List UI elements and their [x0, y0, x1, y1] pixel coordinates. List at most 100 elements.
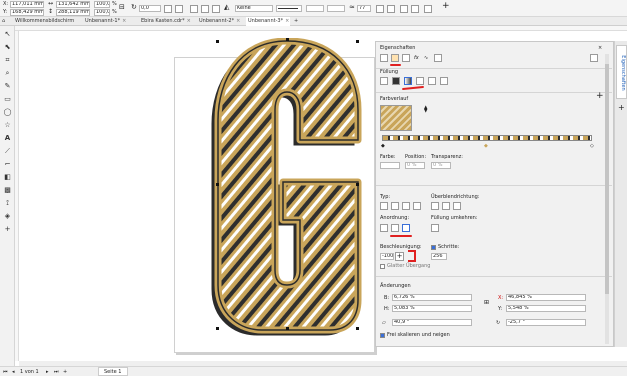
convert-icon[interactable] [424, 5, 432, 13]
start-node-icon[interactable]: ◆ [381, 143, 385, 149]
effects-icon[interactable]: fx [414, 55, 419, 61]
page-tab-1[interactable]: Seite 1 [98, 367, 128, 376]
pen-icon[interactable] [212, 5, 220, 13]
tab-unbenannt-3[interactable]: Unbenannt-3* × [246, 17, 290, 26]
rectangular-type-button[interactable] [413, 202, 421, 210]
steps-input[interactable]: 256 [431, 253, 447, 260]
close-docker-icon[interactable]: × [598, 45, 602, 51]
add-page-icon[interactable]: + [63, 369, 67, 375]
acceleration-input[interactable]: -100,0 [380, 253, 394, 260]
next-page-icon[interactable]: ▸ [46, 369, 49, 375]
fill-properties-icon[interactable] [391, 54, 399, 62]
pick-tool-icon[interactable]: ↖ [3, 30, 12, 39]
rotation-input[interactable]: 0,0 [139, 5, 161, 12]
pick-icon[interactable] [376, 5, 384, 13]
b-input[interactable]: 6,726 % [392, 294, 472, 301]
freehand-tool-icon[interactable]: ✎ [3, 82, 12, 91]
blend-cw-button[interactable] [442, 202, 450, 210]
close-icon[interactable]: × [187, 18, 191, 24]
x-offset-input[interactable]: 46,845 % [506, 294, 586, 301]
end-arrow-select[interactable] [327, 5, 345, 12]
smooth-blend-checkbox[interactable] [380, 264, 385, 269]
curve-properties-icon[interactable]: ∿ [424, 55, 428, 61]
tab-welcome[interactable]: Willkommensbildschirm [13, 17, 82, 26]
last-page-icon[interactable]: ⏭ [54, 369, 59, 375]
bitmap-pattern-button[interactable] [428, 77, 436, 85]
default-arrangement-button[interactable] [380, 224, 388, 232]
y-position-input[interactable]: 168,429 mm [10, 9, 44, 16]
blend-ccw-button[interactable] [453, 202, 461, 210]
ellipse-tool-icon[interactable]: ◯ [3, 108, 12, 117]
transparency-input[interactable]: 0 % [431, 162, 451, 169]
outline-value-input[interactable]: 77 [357, 5, 371, 12]
text-tool-icon[interactable]: A [3, 134, 12, 143]
add-icon[interactable]: + [442, 2, 450, 11]
linear-type-button[interactable] [380, 202, 388, 210]
wrap-icon[interactable] [201, 5, 209, 13]
zoom-tool-icon[interactable]: ⌕ [3, 69, 12, 78]
width-input[interactable]: 131,642 mm [56, 1, 90, 8]
to-back-icon[interactable] [411, 5, 419, 13]
transparency-tool-icon[interactable]: ▩ [3, 186, 12, 195]
crop-tool-icon[interactable]: ⌗ [3, 56, 12, 65]
color-picker[interactable] [380, 162, 400, 169]
docker-scrollbar[interactable] [605, 54, 609, 344]
close-icon[interactable]: × [285, 18, 289, 24]
y-offset-input[interactable]: 5,548 % [506, 305, 586, 312]
lock-ratio-icon[interactable]: ⊟ [119, 4, 125, 11]
dimension-tool-icon[interactable]: ⟋ [3, 147, 12, 156]
transparency-properties-icon[interactable] [402, 54, 410, 62]
connector-tool-icon[interactable]: ⌐ [3, 160, 12, 169]
docker-options-icon[interactable] [590, 54, 598, 62]
shape-tool-icon[interactable]: ⬉ [3, 43, 12, 52]
rectangle-tool-icon[interactable]: ▭ [3, 95, 12, 104]
close-icon[interactable]: × [236, 18, 240, 24]
scale-x-input[interactable]: 100,0 [94, 1, 110, 8]
start-arrow-select[interactable] [306, 5, 324, 12]
to-front-icon[interactable] [400, 5, 408, 13]
scale-y-input[interactable]: 100,0 [94, 9, 110, 16]
free-scale-checkbox[interactable] [380, 333, 385, 338]
outline-width-select[interactable]: Keine [235, 5, 273, 12]
mirror-horizontal-icon[interactable] [164, 5, 172, 13]
polygon-tool-icon[interactable]: ☆ [3, 121, 12, 130]
blend-tool-icon[interactable]: ◧ [3, 173, 12, 182]
rotate-input[interactable]: -25,7 ° [506, 319, 586, 326]
invert-fill-button[interactable] [431, 224, 439, 232]
tab-unbenannt-1[interactable]: Unbenannt-1* × [83, 17, 138, 26]
letter-g-object[interactable] [190, 38, 370, 356]
conical-type-button[interactable] [402, 202, 410, 210]
texture-fill-button[interactable] [440, 77, 448, 85]
mid-node-icon[interactable]: ◆ [484, 143, 488, 149]
gradient-stops-bar[interactable] [382, 135, 592, 141]
summary-icon[interactable] [434, 54, 442, 62]
acceleration-slider-icon[interactable]: + [395, 252, 404, 261]
position-input[interactable]: 0 % [405, 162, 425, 169]
tab-unbenannt-2[interactable]: Unbenannt-2* × [197, 17, 245, 26]
wrap-text-icon[interactable] [387, 5, 395, 13]
uniform-fill-button[interactable] [392, 77, 400, 85]
height-input[interactable]: 288,119 mm [56, 9, 90, 16]
eyedropper-tool-icon[interactable]: ⟟ [3, 199, 12, 208]
vector-pattern-button[interactable] [416, 77, 424, 85]
fill-tool-icon[interactable]: ◈ [3, 212, 12, 221]
mirror-vertical-icon[interactable] [175, 5, 183, 13]
lock-icon[interactable]: ⊞ [484, 300, 489, 306]
h-input[interactable]: 5,083 % [392, 305, 472, 312]
gradient-preview[interactable] [380, 105, 412, 131]
end-node-icon[interactable]: ◇ [590, 143, 594, 149]
align-icon[interactable] [190, 5, 198, 13]
elliptical-type-button[interactable] [391, 202, 399, 210]
new-tab-icon[interactable]: + [292, 17, 302, 26]
blend-line-button[interactable] [431, 202, 439, 210]
add-preset-icon[interactable]: + [596, 92, 604, 101]
no-fill-button[interactable] [380, 77, 388, 85]
mirror-arrangement-button[interactable] [391, 224, 399, 232]
fill-bucket-icon[interactable]: ⧫ [424, 106, 427, 113]
smart-fill-tool-icon[interactable]: + [3, 225, 12, 234]
outline-properties-icon[interactable] [380, 54, 388, 62]
line-style-select[interactable] [276, 5, 302, 12]
add-docker-icon[interactable]: + [618, 104, 625, 112]
repeat-arrangement-button[interactable] [402, 224, 410, 232]
x-position-input[interactable]: 117,011 mm [10, 1, 44, 8]
